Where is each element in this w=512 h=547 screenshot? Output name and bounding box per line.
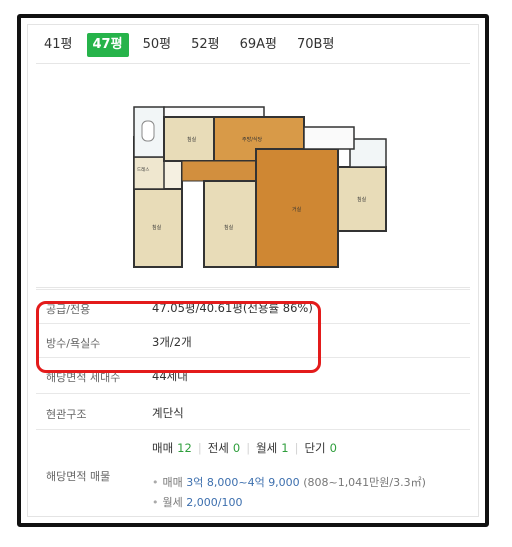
svg-text:침실: 침실 (224, 224, 234, 231)
svg-text:드레스: 드레스 (137, 166, 149, 173)
listings-label: 해당면적 매물 (46, 470, 111, 483)
svg-text:침실: 침실 (357, 196, 367, 203)
count-sale[interactable]: 매매 12 (152, 440, 192, 456)
tab-50[interactable]: 50평 (137, 33, 178, 57)
svg-text:침실: 침실 (187, 136, 197, 143)
listing-panel: 41평 47평 50평 52평 69A평 70B평 침실 주방/식당 침실 침실… (17, 14, 489, 527)
rent-price: • 월세 2,000/100 (152, 496, 243, 509)
svg-text:주방/식당: 주방/식당 (242, 136, 262, 143)
tab-52[interactable]: 52평 (185, 33, 226, 57)
floor-plan-image[interactable]: 침실 주방/식당 침실 침실 거실 침실 드레스 (132, 99, 394, 269)
count-monthly[interactable]: 월세 1 (256, 440, 289, 456)
rent-value-link[interactable]: 2,000/100 (186, 496, 242, 509)
listings-row: 해당면적 매물 매매 12 | 전세 0 | 월세 1 | 단기 0 • 매매 3억 8,… (36, 429, 470, 522)
entrance-value: 계단식 (152, 406, 184, 420)
bullet-dot: • (152, 496, 159, 509)
tabs-divider (36, 63, 470, 64)
tab-70b[interactable]: 70B평 (291, 33, 340, 57)
entrance-row: 현관구조 계단식 (36, 393, 470, 430)
sale-range-link[interactable]: 3억 8,000~4억 9,000 (186, 476, 299, 489)
sale-price-range: • 매매 3억 8,000~4억 9,000 (808~1,041만원/3.3㎡) (152, 476, 426, 489)
count-jeonse[interactable]: 전세 0 (208, 440, 241, 456)
svg-text:거실: 거실 (292, 206, 302, 213)
tab-41[interactable]: 41평 (38, 33, 79, 57)
separator: | (197, 441, 202, 455)
size-tabs: 41평 47평 50평 52평 69A평 70B평 (34, 31, 348, 59)
plan-divider (36, 287, 470, 288)
count-short[interactable]: 단기 0 (304, 440, 337, 456)
panel-inner: 41평 47평 50평 52평 69A평 70B평 침실 주방/식당 침실 침실… (27, 24, 479, 517)
separator: | (246, 441, 251, 455)
highlight-box (36, 301, 321, 373)
svg-text:침실: 침실 (152, 224, 162, 231)
bullet-dot: • (152, 476, 159, 489)
tab-47[interactable]: 47평 (86, 33, 129, 57)
entrance-label: 현관구조 (46, 408, 87, 421)
separator: | (294, 441, 299, 455)
tab-69a[interactable]: 69A평 (234, 33, 283, 57)
listing-counts: 매매 12 | 전세 0 | 월세 1 | 단기 0 (152, 440, 464, 456)
